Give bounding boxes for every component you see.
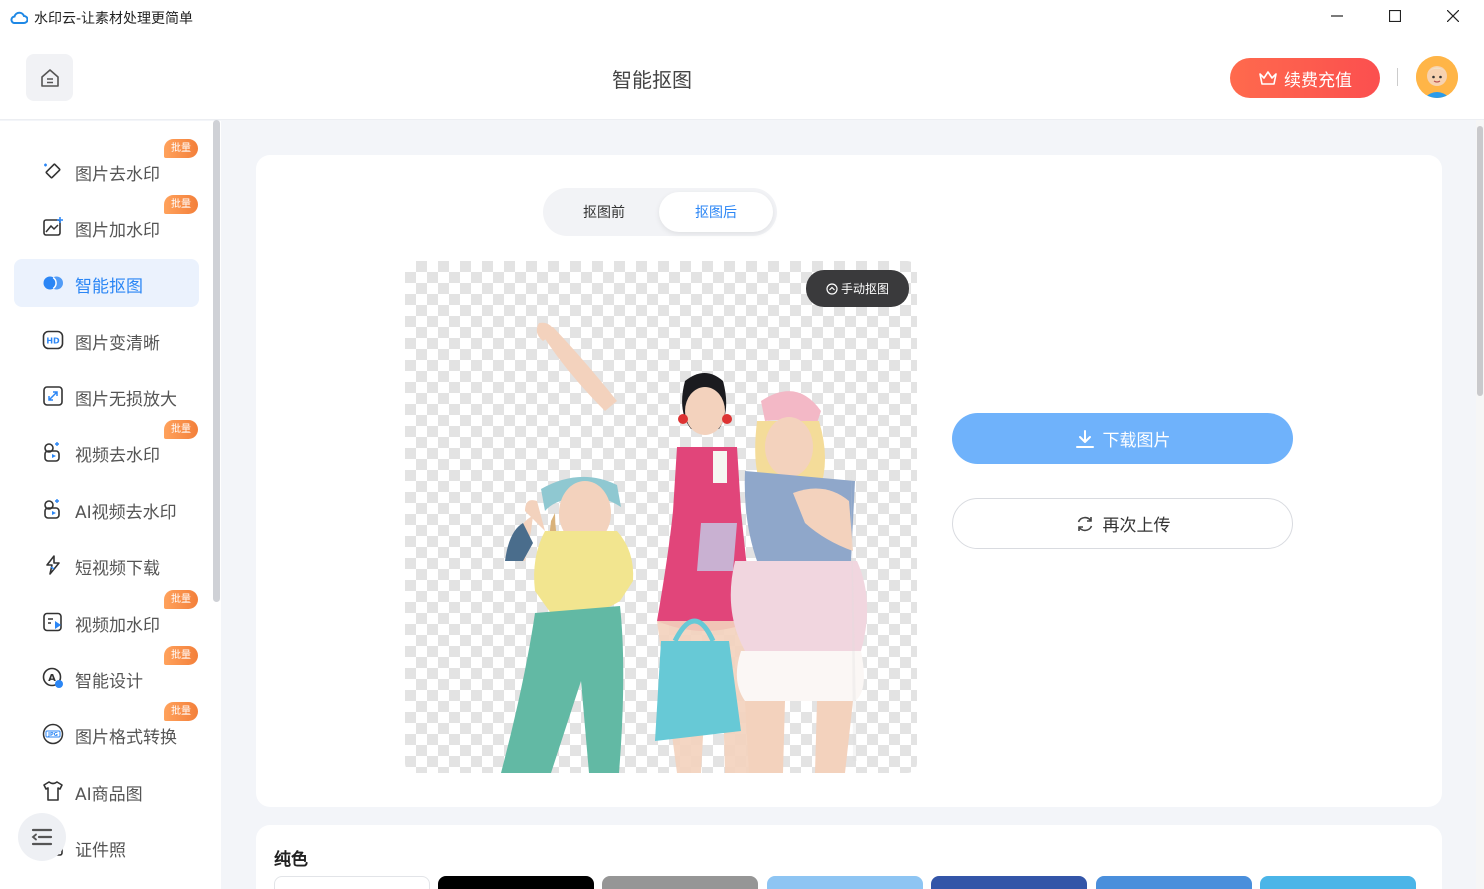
- video-eraser-icon: [41, 440, 65, 464]
- sidebar-item-short-video-download[interactable]: 短视频下载: [14, 541, 199, 589]
- eraser-icon: [41, 159, 65, 183]
- svg-text:HD: HD: [46, 337, 60, 346]
- minimize-icon: [1331, 15, 1343, 17]
- maximize-icon: [1389, 10, 1401, 22]
- minimize-button[interactable]: [1308, 0, 1366, 32]
- sidebar-item-label: 短视频下载: [75, 559, 160, 579]
- swatch-sky-blue[interactable]: [1260, 876, 1416, 889]
- crown-icon: [1259, 71, 1277, 85]
- sidebar: 图片去水印 批量 图片加水印 批量 智能抠图 HD 图片变清晰 图片无损放大 视…: [0, 121, 221, 889]
- app-header: 智能抠图 续费充值: [0, 36, 1484, 120]
- sidebar-item-label: 图片格式转换: [75, 728, 177, 748]
- reupload-label: 再次上传: [1102, 516, 1171, 536]
- close-icon: [1447, 10, 1459, 22]
- swatch-dark-blue[interactable]: [931, 876, 1087, 889]
- ai-video-icon: [41, 497, 65, 521]
- hd-icon: HD: [41, 328, 65, 352]
- sidebar-item-label: AI视频去水印: [75, 503, 177, 523]
- sidebar-item-label: 图片加水印: [75, 221, 160, 241]
- sidebar-scrollbar[interactable]: [213, 120, 220, 602]
- sidebar-item-label: 图片变清晰: [75, 334, 160, 354]
- sidebar-item-smart-design[interactable]: A 智能设计 批量: [14, 646, 199, 702]
- sidebar-item-label: 智能设计: [75, 672, 143, 692]
- batch-badge: 批量: [164, 590, 198, 609]
- video-plus-icon: [41, 610, 65, 634]
- avatar-face-icon: [1416, 56, 1458, 98]
- main-scrollbar[interactable]: [1476, 120, 1484, 889]
- svg-text:A: A: [48, 673, 56, 684]
- menu-fold-icon: [31, 828, 53, 846]
- tab-after[interactable]: 抠图后: [659, 192, 773, 232]
- image-plus-icon: [41, 215, 65, 239]
- sidebar-item-ai-video-watermark-remove[interactable]: AI视频去水印: [14, 485, 199, 533]
- sidebar-item-smart-cutout[interactable]: 智能抠图: [14, 259, 199, 307]
- swatch-gray[interactable]: [602, 876, 758, 889]
- collapse-sidebar-button[interactable]: [18, 813, 66, 861]
- download-image-button[interactable]: 下载图片: [952, 413, 1293, 464]
- svg-text:JPG: JPG: [47, 732, 58, 738]
- cutout-icon: [41, 271, 65, 295]
- shirt-icon: [41, 779, 65, 803]
- manual-cutout-button[interactable]: 手动抠图: [806, 270, 909, 307]
- sidebar-item-label: 图片无损放大: [75, 390, 177, 410]
- download-link-icon: [41, 553, 65, 577]
- sidebar-item-image-watermark-remove[interactable]: 图片去水印 批量: [14, 139, 199, 195]
- hand-edit-icon: [826, 282, 838, 295]
- swatch-blue[interactable]: [1096, 876, 1252, 889]
- manual-cutout-label: 手动抠图: [840, 282, 889, 296]
- download-label: 下载图片: [1102, 431, 1171, 451]
- sidebar-item-image-format-convert[interactable]: JPG 图片格式转换 批量: [14, 702, 199, 758]
- sidebar-item-image-upscale[interactable]: 图片无损放大: [14, 372, 199, 420]
- batch-badge: 批量: [164, 139, 198, 158]
- tab-before[interactable]: 抠图前: [547, 192, 661, 232]
- batch-badge: 批量: [164, 702, 198, 721]
- batch-badge: 批量: [164, 195, 198, 214]
- result-card: 抠图前 抠图后 手动抠图 下载图片 再次上传: [256, 155, 1442, 807]
- cutout-subject-image: [501, 322, 868, 773]
- close-button[interactable]: [1424, 0, 1482, 32]
- sidebar-item-label: 智能抠图: [75, 277, 143, 297]
- app-logo-icon: [10, 11, 28, 24]
- window-title: 水印云-让素材处理更简单: [34, 11, 194, 27]
- swatch-white[interactable]: [274, 876, 430, 889]
- swatch-black[interactable]: [438, 876, 594, 889]
- sidebar-item-label: 图片去水印: [75, 165, 160, 185]
- sidebar-item-ai-product-image[interactable]: AI商品图: [14, 767, 199, 815]
- maximize-button[interactable]: [1366, 0, 1424, 32]
- vip-renew-label: 续费充值: [1284, 70, 1352, 91]
- sidebar-item-label: 视频加水印: [75, 616, 160, 636]
- sidebar-item-video-watermark-add[interactable]: 视频加水印 批量: [14, 590, 199, 646]
- reupload-button[interactable]: 再次上传: [952, 498, 1293, 549]
- before-after-toggle: 抠图前 抠图后: [543, 188, 777, 236]
- download-icon: [1075, 429, 1094, 448]
- sidebar-item-label: AI商品图: [75, 785, 143, 805]
- solid-color-title: 纯色: [274, 850, 308, 870]
- expand-icon: [41, 384, 65, 408]
- sidebar-item-label: 视频去水印: [75, 446, 160, 466]
- jpg-icon: JPG: [41, 722, 65, 746]
- background-color-card: 纯色: [256, 825, 1442, 889]
- design-icon: A: [41, 666, 65, 690]
- batch-badge: 批量: [164, 420, 198, 439]
- sidebar-item-video-watermark-remove[interactable]: 视频去水印 批量: [14, 420, 199, 476]
- vip-renew-button[interactable]: 续费充值: [1230, 58, 1380, 98]
- title-bar: 水印云-让素材处理更简单: [0, 0, 1484, 36]
- sidebar-item-image-enhance[interactable]: HD 图片变清晰: [14, 316, 199, 364]
- batch-badge: 批量: [164, 646, 198, 665]
- cutout-preview-image: 手动抠图: [405, 261, 917, 773]
- sidebar-item-image-watermark-add[interactable]: 图片加水印 批量: [14, 195, 199, 251]
- header-divider: [1397, 68, 1398, 86]
- sidebar-item-label: 证件照: [75, 841, 126, 861]
- user-avatar[interactable]: [1416, 56, 1458, 98]
- main-scrollbar-thumb[interactable]: [1477, 126, 1483, 396]
- page-title: 智能抠图: [612, 68, 692, 92]
- swatch-light-blue[interactable]: [767, 876, 923, 889]
- refresh-icon: [1077, 516, 1092, 531]
